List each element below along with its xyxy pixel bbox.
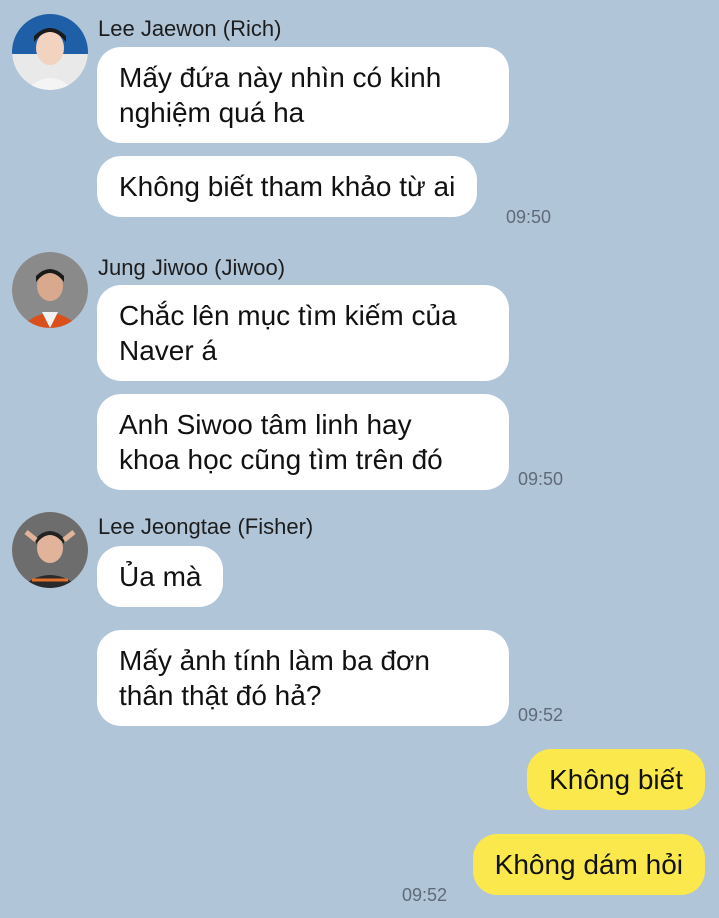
sender-name: Lee Jeongtae (Fisher): [98, 514, 314, 539]
sender-name: Lee Jaewon (Rich): [98, 16, 282, 41]
message-bubble[interactable]: Mấy đứa này nhìn có kinh nghiệm quá ha: [97, 47, 509, 143]
message-timestamp: 09:50: [518, 469, 564, 489]
sender-name: Jung Jiwoo (Jiwoo): [98, 255, 286, 280]
avatar-lee-jaewon[interactable]: [12, 14, 88, 90]
message-bubble[interactable]: Anh Siwoo tâm linh hay khoa học cũng tìm…: [97, 394, 509, 490]
message-timestamp: 09:52: [518, 705, 564, 725]
message-bubble[interactable]: Chắc lên mục tìm kiếm của Naver á: [97, 285, 509, 381]
avatar-lee-jeongtae[interactable]: [12, 512, 88, 588]
message-bubble[interactable]: Ủa mà: [97, 546, 224, 607]
avatar-jung-jiwoo[interactable]: [12, 252, 88, 328]
user-avatar-icon: [12, 512, 88, 588]
user-avatar-icon: [12, 14, 88, 90]
message-timestamp: 09:50: [506, 207, 552, 227]
message-bubble[interactable]: Không biết tham khảo từ ai: [97, 156, 478, 217]
message-timestamp: 09:52: [402, 885, 448, 905]
user-avatar-icon: [12, 252, 88, 328]
outgoing-message-bubble[interactable]: Không biết: [527, 749, 705, 810]
message-bubble[interactable]: Mấy ảnh tính làm ba đơn thân thật đó hả?: [97, 630, 509, 726]
outgoing-message-bubble[interactable]: Không dám hỏi: [472, 834, 705, 895]
